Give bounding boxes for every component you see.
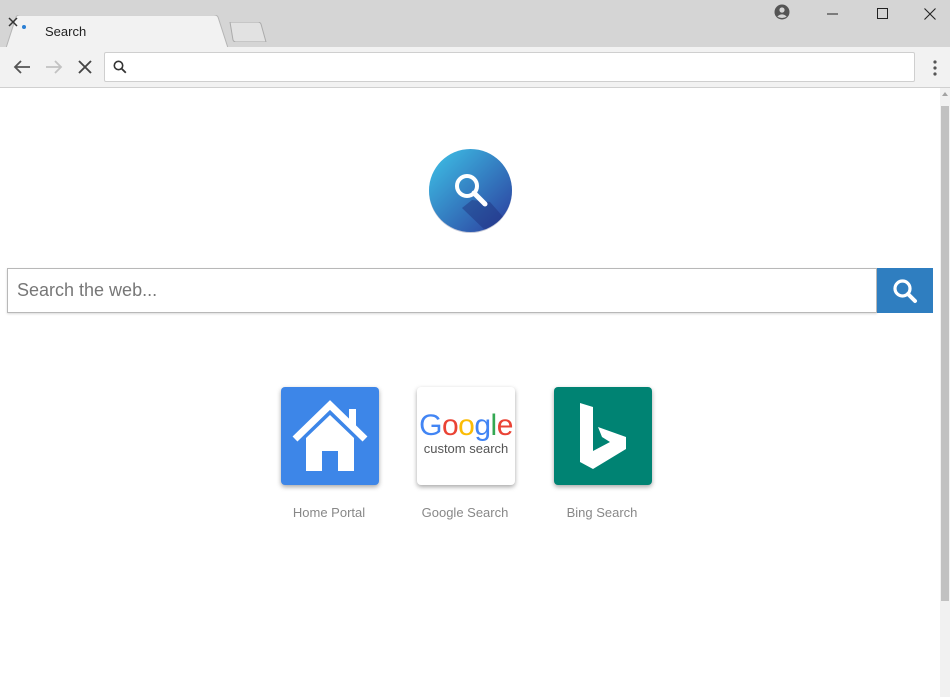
arrow-left-icon — [13, 60, 30, 74]
browser-titlebar: Search — [0, 0, 950, 48]
search-icon — [113, 60, 127, 74]
menu-kebab-icon[interactable] — [928, 57, 942, 79]
tab-favicon-icon — [22, 25, 26, 29]
scroll-thumb[interactable] — [941, 106, 949, 601]
search-input[interactable] — [7, 268, 877, 313]
web-search-bar — [7, 268, 933, 313]
shortcut-label: Bing Search — [566, 505, 638, 520]
tab-title: Search — [45, 24, 87, 39]
page-scrollbar[interactable] — [940, 88, 950, 697]
shortcut-label: Google Search — [421, 505, 509, 520]
stop-icon — [78, 60, 92, 74]
shortcut-home-portal[interactable]: Home Portal — [269, 387, 389, 527]
close-icon — [924, 8, 936, 20]
home-icon — [281, 387, 379, 485]
maximize-button[interactable] — [860, 0, 906, 28]
bing-icon — [554, 387, 652, 485]
scroll-up-arrow-icon[interactable] — [942, 92, 948, 96]
profile-icon[interactable] — [774, 4, 790, 20]
minimize-button[interactable] — [810, 0, 856, 28]
new-tab-button[interactable] — [228, 22, 268, 42]
search-submit-button[interactable] — [877, 268, 933, 313]
google-custom-search-icon: Google custom search — [417, 387, 515, 485]
close-window-button[interactable] — [910, 0, 950, 28]
maximize-icon — [877, 8, 888, 19]
shortcut-label: Home Portal — [292, 505, 366, 520]
back-button[interactable] — [11, 56, 33, 78]
stop-button[interactable] — [74, 56, 96, 78]
search-logo-icon — [429, 149, 512, 233]
search-icon — [893, 278, 917, 303]
browser-tab[interactable]: Search — [6, 15, 228, 48]
forward-button[interactable] — [43, 56, 65, 78]
tab-close-icon[interactable] — [6, 15, 20, 29]
browser-toolbar — [0, 47, 950, 88]
shortcut-bing-search[interactable]: Bing Search — [542, 387, 662, 527]
shortcut-google-search[interactable]: Google custom search Google Search — [405, 387, 525, 527]
google-logo-text: Google — [419, 409, 513, 442]
address-bar[interactable] — [104, 52, 915, 82]
google-logo-subtext: custom search — [423, 441, 509, 456]
minimize-icon — [827, 13, 838, 15]
arrow-right-icon — [46, 60, 63, 74]
